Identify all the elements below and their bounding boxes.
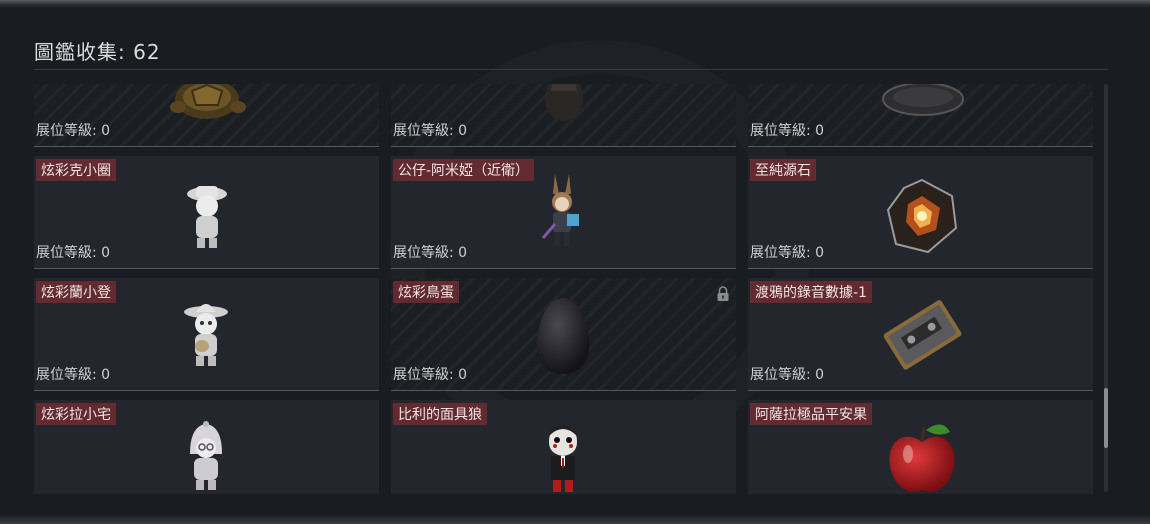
scrollbar-thumb[interactable] bbox=[1104, 388, 1108, 448]
collection-card[interactable]: 炫彩鳥蛋 展位等級: 0 bbox=[391, 278, 736, 391]
item-name: 炫彩鳥蛋 bbox=[393, 281, 459, 303]
display-level: 展位等級: 0 bbox=[393, 245, 468, 261]
turtle-icon bbox=[170, 84, 246, 119]
item-name: 至純源石 bbox=[750, 159, 816, 181]
page-title: 圖鑑收集: 62 bbox=[34, 40, 161, 64]
apple-icon bbox=[889, 424, 955, 492]
figure-hat-icon bbox=[187, 186, 227, 248]
egg-icon bbox=[536, 298, 590, 374]
collection-card[interactable]: 阿薩拉極品平安果 bbox=[748, 400, 1093, 494]
figure-sombrero-icon bbox=[184, 304, 228, 366]
collection-card[interactable]: 展位等級: 0 bbox=[748, 84, 1093, 147]
collection-card[interactable]: 比利的面具狼 bbox=[391, 400, 736, 494]
collection-card[interactable]: 炫彩克小圈 展位等級: 0 bbox=[34, 156, 379, 269]
collection-grid: 展位等級: 0 展位等級: 0 展位等級: 0 炫彩克小圈 展位等級: 0 公仔… bbox=[34, 84, 1100, 494]
display-level: 展位等級: 0 bbox=[36, 367, 111, 383]
item-name: 阿薩拉極品平安果 bbox=[750, 403, 872, 425]
display-level: 展位等級: 0 bbox=[393, 367, 468, 383]
item-name: 渡鴉的錄音數據-1 bbox=[750, 281, 872, 303]
display-level: 展位等級: 0 bbox=[750, 123, 825, 139]
title-divider bbox=[34, 69, 1108, 70]
collection-card[interactable]: 展位等級: 0 bbox=[391, 84, 736, 147]
vase-icon bbox=[545, 84, 583, 121]
display-level: 展位等級: 0 bbox=[393, 123, 468, 139]
collection-card[interactable]: 至純源石 展位等級: 0 bbox=[748, 156, 1093, 269]
item-name: 炫彩蘭小登 bbox=[36, 281, 116, 303]
disc-icon bbox=[882, 84, 964, 116]
collection-card[interactable]: 炫彩蘭小登 展位等級: 0 bbox=[34, 278, 379, 391]
item-name: 公仔-阿米婭（近衛） bbox=[393, 159, 535, 181]
display-level: 展位等級: 0 bbox=[36, 123, 111, 139]
item-name: 炫彩克小圈 bbox=[36, 159, 116, 181]
collection-card[interactable]: 炫彩拉小宅 bbox=[34, 400, 379, 494]
crystal-icon bbox=[886, 178, 958, 254]
item-name: 比利的面具狼 bbox=[393, 403, 487, 425]
bottom-frame-line bbox=[0, 514, 1150, 524]
collection-card[interactable]: 公仔-阿米婭（近衛） 展位等級: 0 bbox=[391, 156, 736, 269]
puppet-icon bbox=[549, 425, 577, 492]
figure-amiya-icon bbox=[541, 174, 579, 246]
display-level: 展位等級: 0 bbox=[36, 245, 111, 261]
display-level: 展位等級: 0 bbox=[750, 367, 825, 383]
top-frame-line bbox=[0, 0, 1150, 8]
lock-icon bbox=[717, 286, 729, 301]
cassette-icon bbox=[883, 300, 962, 370]
collection-card[interactable]: 渡鴉的錄音數據-1 展位等級: 0 bbox=[748, 278, 1093, 391]
display-level: 展位等級: 0 bbox=[750, 245, 825, 261]
figure-hood-icon bbox=[190, 421, 222, 490]
collection-card[interactable]: 展位等級: 0 bbox=[34, 84, 379, 147]
item-name: 炫彩拉小宅 bbox=[36, 403, 116, 425]
